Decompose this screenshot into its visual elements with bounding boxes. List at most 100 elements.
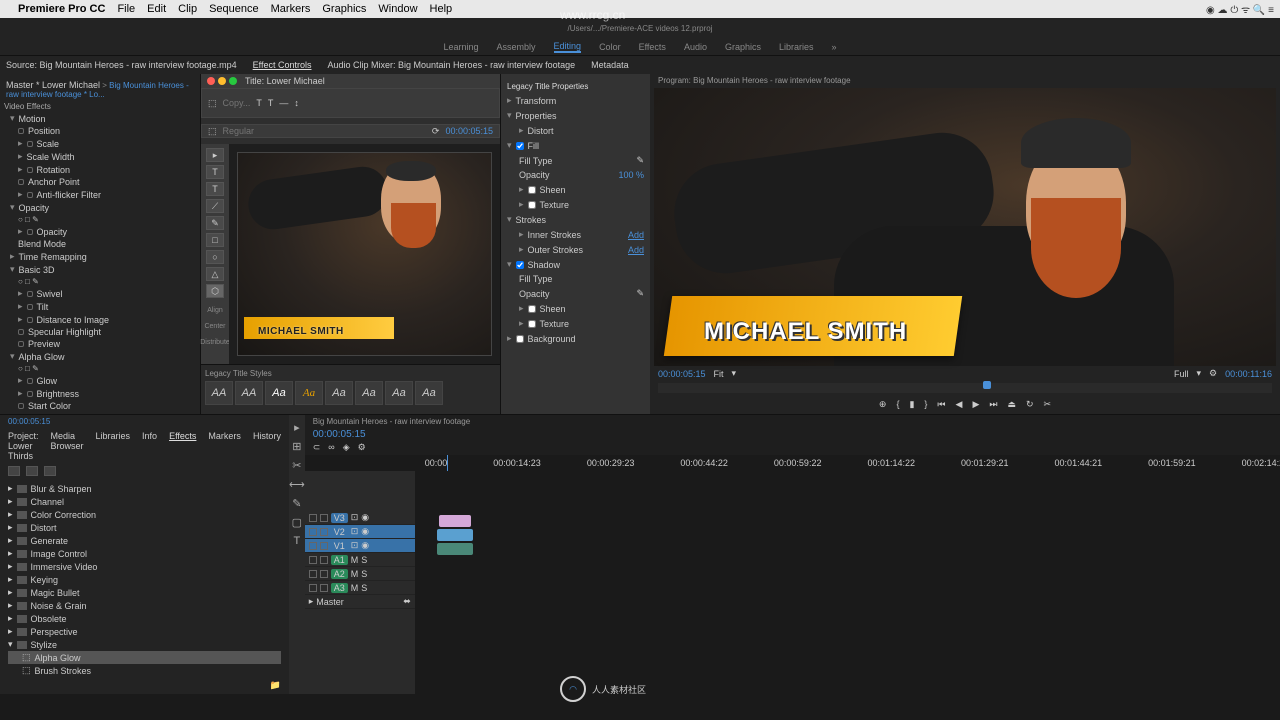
fx-folder-stylize[interactable]: Stylize: [31, 640, 58, 650]
prop-inner[interactable]: Inner Strokes: [528, 230, 582, 240]
tl-tool-razor[interactable]: ✂: [292, 459, 301, 472]
tool-rect[interactable]: □: [206, 233, 224, 247]
tab-media[interactable]: Media Browser: [51, 431, 84, 461]
menu-clip[interactable]: Clip: [178, 3, 197, 15]
fx-folder[interactable]: Noise & Grain: [31, 601, 87, 611]
tl-snap[interactable]: ⊂: [313, 442, 321, 453]
res-dropdown[interactable]: Full: [1174, 369, 1189, 379]
ec-motion[interactable]: Motion: [19, 114, 46, 124]
tool-select[interactable]: ▸: [206, 148, 224, 162]
ec-glow[interactable]: Glow: [37, 376, 58, 386]
playhead-icon[interactable]: [983, 381, 991, 389]
tool-ellipse[interactable]: ○: [206, 250, 224, 264]
ws-assembly[interactable]: Assembly: [497, 42, 536, 52]
track-a1[interactable]: A1: [331, 555, 348, 565]
ec-blend[interactable]: Blend Mode: [18, 239, 66, 249]
out-point[interactable]: }: [924, 399, 927, 410]
tab-effects[interactable]: Effects: [169, 431, 196, 461]
app-name[interactable]: Premiere Pro CC: [18, 3, 105, 15]
prop-transform[interactable]: Transform: [516, 96, 557, 106]
tl-tool-track[interactable]: ⊞: [292, 440, 301, 453]
fx-folder[interactable]: Image Control: [31, 549, 88, 559]
menu-sequence[interactable]: Sequence: [209, 3, 259, 15]
style-sw[interactable]: Aa: [265, 381, 293, 405]
ec-dist[interactable]: Distance to Image: [37, 315, 110, 325]
track-v3[interactable]: V3: [331, 513, 348, 523]
add-outer[interactable]: Add: [628, 245, 644, 255]
ec-time[interactable]: Time Remapping: [19, 252, 87, 262]
track-master[interactable]: Master: [316, 597, 344, 607]
new-bin-icon[interactable]: 📁: [270, 680, 281, 694]
title-preview[interactable]: MICHAEL SMITH: [237, 152, 492, 356]
style-sw[interactable]: Aa: [355, 381, 383, 405]
view-icon[interactable]: [8, 466, 20, 476]
ec-alphaglow[interactable]: Alpha Glow: [19, 352, 65, 362]
track-v2[interactable]: V2: [331, 527, 348, 537]
prop-strokes[interactable]: Strokes: [516, 215, 547, 225]
tab-project[interactable]: Project: Lower Thirds: [8, 431, 39, 461]
view-icon[interactable]: [44, 466, 56, 476]
ec-opacity[interactable]: Opacity: [37, 227, 68, 237]
ec-spec[interactable]: Specular Highlight: [28, 327, 101, 337]
prop-shadow[interactable]: Shadow: [528, 260, 561, 270]
timeline-ruler[interactable]: 00:0000:00:14:2300:00:29:2300:00:44:2200…: [305, 455, 1280, 471]
clip-audio[interactable]: [437, 543, 473, 555]
fx-folder[interactable]: Generate: [31, 536, 69, 546]
tab-source[interactable]: Source: Big Mountain Heroes - raw interv…: [6, 60, 237, 70]
ec-rotation[interactable]: Rotation: [37, 165, 71, 175]
extract[interactable]: ↻: [1026, 399, 1034, 410]
ec-endc[interactable]: End Color: [28, 413, 68, 414]
clip-video[interactable]: [437, 529, 473, 541]
fx-folder[interactable]: Keying: [31, 575, 59, 585]
tool-pen[interactable]: ⟋: [206, 199, 224, 213]
title-topbar[interactable]: ⬚Copy...TT—↕: [201, 88, 500, 118]
prop-outer[interactable]: Outer Strokes: [528, 245, 584, 255]
prop-opacity[interactable]: Opacity: [519, 170, 550, 180]
play-button[interactable]: ▶: [972, 399, 979, 410]
tl-tool-type[interactable]: T: [293, 535, 300, 547]
menu-markers[interactable]: Markers: [271, 3, 311, 15]
program-view[interactable]: MICHAEL SMITH: [654, 88, 1276, 366]
tl-tool-slip[interactable]: ⟷: [289, 478, 305, 491]
tool-type-v[interactable]: T: [206, 182, 224, 196]
program-tc-left[interactable]: 00:00:05:15: [658, 369, 706, 379]
ws-libraries[interactable]: Libraries: [779, 42, 814, 52]
fill-check[interactable]: [516, 142, 524, 150]
ec-basic3d[interactable]: Basic 3D: [19, 265, 55, 275]
prop-bg[interactable]: Background: [528, 334, 576, 344]
ec-opacity-g[interactable]: Opacity: [19, 203, 50, 213]
tab-history[interactable]: History: [253, 431, 281, 461]
add-inner[interactable]: Add: [628, 230, 644, 240]
in-point[interactable]: {: [896, 399, 899, 410]
fx-folder[interactable]: Distort: [31, 523, 57, 533]
fx-folder[interactable]: Magic Bullet: [31, 588, 80, 598]
prev-frame[interactable]: ⏮: [937, 399, 945, 410]
fx-folder[interactable]: Obsolete: [31, 614, 67, 624]
tab-effect-controls[interactable]: Effect Controls: [253, 60, 312, 70]
ec-scale[interactable]: Scale: [37, 139, 60, 149]
title-topbar2[interactable]: ⬚Regular⟳ 00:00:05:15: [201, 124, 500, 138]
tab-libs[interactable]: Libraries: [96, 431, 131, 461]
prop-distort[interactable]: Distort: [528, 126, 554, 136]
style-sw[interactable]: AA: [205, 381, 233, 405]
program-scrubber[interactable]: [658, 383, 1272, 393]
fx-folder[interactable]: Immersive Video: [31, 562, 98, 572]
tl-tool-pen[interactable]: ✎: [292, 497, 301, 510]
fx-alpha-glow[interactable]: Alpha Glow: [35, 653, 81, 663]
tool-type[interactable]: T: [206, 165, 224, 179]
ws-color[interactable]: Color: [599, 42, 621, 52]
prop-properties[interactable]: Properties: [516, 111, 557, 121]
ec-position[interactable]: Position: [28, 126, 60, 136]
timeline-content[interactable]: [415, 471, 1280, 694]
style-sw[interactable]: Aa: [385, 381, 413, 405]
ws-editing[interactable]: Editing: [554, 41, 582, 53]
tab-metadata[interactable]: Metadata: [591, 60, 629, 70]
track-a3[interactable]: A3: [331, 583, 348, 593]
tl-tool-select[interactable]: ▸: [294, 421, 300, 434]
prop-sheen[interactable]: Sheen: [540, 185, 566, 195]
tab-info[interactable]: Info: [142, 431, 157, 461]
ws-learning[interactable]: Learning: [443, 42, 478, 52]
track-v1[interactable]: V1: [331, 541, 348, 551]
ec-swivel[interactable]: Swivel: [37, 289, 63, 299]
ec-preview[interactable]: Preview: [28, 339, 60, 349]
